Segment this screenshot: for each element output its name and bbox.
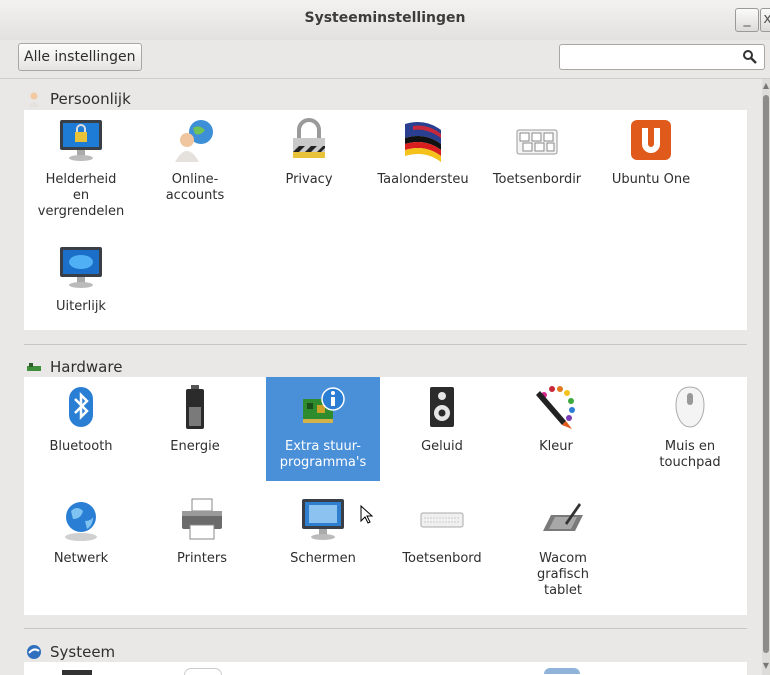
setting-label: Privacy bbox=[285, 172, 333, 187]
setting-additional-drivers[interactable]: Extra stuur- programma's bbox=[266, 377, 380, 481]
section-divider bbox=[24, 344, 747, 345]
setting-label: Netwerk bbox=[53, 551, 109, 566]
partial-icon bbox=[184, 668, 222, 675]
printer-icon bbox=[182, 498, 222, 540]
system-icon bbox=[27, 645, 41, 659]
privacy-lock-icon bbox=[293, 118, 325, 158]
title-bar: Systeeminstellingen _ x bbox=[0, 0, 770, 40]
setting-appearance[interactable]: Uiterlijk bbox=[24, 237, 138, 319]
online-accounts-icon bbox=[175, 120, 213, 162]
setting-ubuntu-one[interactable]: Ubuntu One bbox=[594, 110, 708, 228]
additional-drivers-icon bbox=[303, 387, 345, 423]
setting-privacy[interactable]: Privacy bbox=[252, 110, 366, 228]
setting-label: Extra stuur- programma's bbox=[279, 439, 367, 470]
displays-icon bbox=[302, 499, 344, 540]
person-icon bbox=[28, 92, 40, 107]
setting-displays[interactable]: Schermen bbox=[266, 489, 380, 579]
window-title: Systeeminstellingen bbox=[304, 10, 466, 26]
battery-icon bbox=[186, 385, 204, 429]
bluetooth-icon bbox=[69, 387, 93, 427]
setting-keyboard[interactable]: Toetsenbord bbox=[385, 489, 499, 579]
setting-bluetooth[interactable]: Bluetooth bbox=[24, 377, 138, 481]
setting-label: Energie bbox=[170, 439, 220, 454]
partial-icon bbox=[62, 670, 92, 675]
partial-icon bbox=[544, 668, 580, 674]
setting-label: Helderheid en vergrendelen bbox=[37, 172, 125, 219]
appearance-monitor-icon bbox=[60, 247, 102, 288]
setting-keyboard-layout[interactable]: Toetsenbordir bbox=[480, 110, 594, 228]
setting-wacom-tablet[interactable]: Wacom grafisch tablet bbox=[506, 489, 620, 599]
mouse-icon bbox=[675, 386, 705, 428]
setting-label: Ubuntu One bbox=[611, 172, 691, 187]
setting-label: Schermen bbox=[290, 551, 356, 566]
section-panel bbox=[24, 662, 747, 675]
section-title: Systeem bbox=[50, 643, 116, 661]
speaker-icon bbox=[430, 387, 454, 427]
hardware-board-icon bbox=[27, 363, 41, 371]
setting-label: Wacom grafisch tablet bbox=[537, 551, 589, 598]
scroll-up-icon[interactable]: ▲ bbox=[762, 81, 770, 90]
setting-online-accounts[interactable]: Online- accounts bbox=[138, 110, 252, 228]
minimize-button[interactable]: _ bbox=[735, 8, 759, 32]
setting-label: Uiterlijk bbox=[56, 299, 106, 314]
setting-label: Printers bbox=[176, 551, 228, 566]
setting-mouse-touchpad[interactable]: Muis en touchpad bbox=[633, 377, 747, 481]
setting-printers[interactable]: Printers bbox=[145, 489, 259, 579]
setting-color[interactable]: Kleur bbox=[499, 377, 613, 481]
search-box[interactable] bbox=[559, 44, 765, 70]
setting-label: Toetsenbordir bbox=[492, 172, 582, 187]
section-divider bbox=[24, 628, 747, 629]
color-palette-icon bbox=[536, 386, 575, 429]
setting-brightness-lock[interactable]: Helderheid en vergrendelen bbox=[24, 110, 138, 228]
settings-content: Persoonlijk Hardware Systeem Helderheid … bbox=[0, 79, 762, 675]
search-icon bbox=[743, 50, 757, 64]
all-settings-button[interactable]: Alle instellingen bbox=[18, 43, 142, 71]
setting-sound[interactable]: Geluid bbox=[385, 377, 499, 481]
language-flag-icon bbox=[405, 122, 441, 162]
scrollbar-thumb[interactable] bbox=[763, 95, 769, 653]
setting-label: Taalondersteu bbox=[377, 172, 469, 187]
keyboard-layout-icon bbox=[516, 129, 558, 155]
brightness-lock-icon bbox=[60, 120, 102, 161]
keyboard-icon bbox=[420, 512, 464, 528]
search-input[interactable] bbox=[566, 46, 740, 70]
section-title: Persoonlijk bbox=[50, 90, 131, 108]
setting-language[interactable]: Taalondersteu bbox=[366, 110, 480, 228]
vertical-scrollbar[interactable]: ▲ ▼ bbox=[762, 79, 770, 675]
setting-network[interactable]: Netwerk bbox=[24, 489, 138, 579]
setting-energy[interactable]: Energie bbox=[138, 377, 252, 481]
wacom-tablet-icon bbox=[543, 503, 583, 531]
section-title: Hardware bbox=[50, 358, 123, 376]
setting-label: Geluid bbox=[421, 439, 463, 454]
scroll-down-icon[interactable]: ▼ bbox=[762, 661, 770, 670]
setting-label: Muis en touchpad bbox=[659, 439, 721, 470]
section-header-persoonlijk: Persoonlijk bbox=[26, 86, 131, 112]
close-button[interactable]: x bbox=[760, 8, 770, 32]
setting-label: Kleur bbox=[539, 439, 573, 454]
setting-label: Bluetooth bbox=[49, 439, 113, 454]
setting-label: Online- accounts bbox=[165, 172, 225, 203]
mouse-pointer-icon bbox=[360, 505, 374, 524]
ubuntu-one-icon bbox=[631, 120, 671, 160]
setting-label: Toetsenbord bbox=[402, 551, 482, 566]
network-globe-icon bbox=[65, 502, 97, 541]
